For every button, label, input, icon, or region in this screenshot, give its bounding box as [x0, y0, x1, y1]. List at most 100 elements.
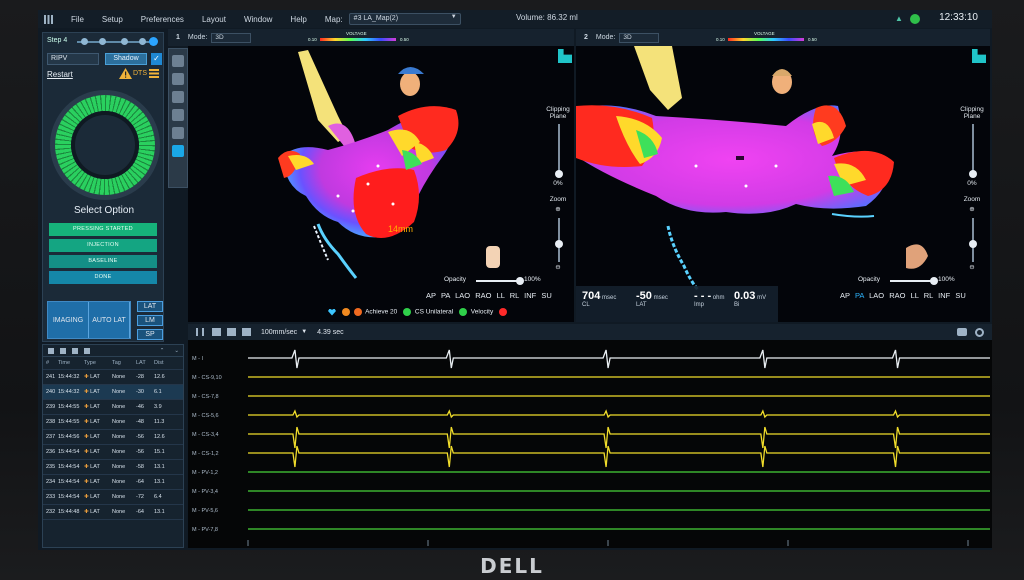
lat-button[interactable]: LAT — [137, 301, 163, 312]
table-row[interactable]: 238 15:44:55 ✚ LAT None -48 11.3 — [43, 415, 183, 430]
col-lat[interactable]: LAT — [136, 360, 154, 366]
view-lao[interactable]: LAO — [455, 291, 470, 300]
zoom-in-icon[interactable]: ⊕ — [964, 206, 980, 213]
step-dot[interactable] — [121, 38, 128, 45]
option-pressing-started[interactable]: PRESSING STARTED — [49, 223, 157, 236]
map-viewport-2[interactable]: Clipping Plane 0% Zoom ⊕ ⊖ Opacity 100% … — [576, 46, 990, 322]
view-pa[interactable]: PA — [855, 291, 864, 300]
option-injection[interactable]: INJECTION — [49, 239, 157, 252]
view-ll[interactable]: LL — [911, 291, 919, 300]
pause-icon[interactable] — [196, 328, 204, 336]
ecg-traces[interactable]: M - I M - CS-9,10 M - CS-7,8 M - CS-5,6 M - … — [188, 340, 992, 548]
clipping-knob[interactable] — [969, 170, 977, 178]
sweep-speed[interactable]: 100mm/sec — [261, 329, 297, 336]
view-ap[interactable]: AP — [426, 291, 436, 300]
pen-icon[interactable] — [84, 347, 90, 354]
tag-icon[interactable] — [172, 127, 184, 139]
menu-layout[interactable]: Layout — [202, 15, 226, 24]
col-number[interactable]: # — [43, 360, 58, 366]
app-grid-icon[interactable] — [44, 14, 53, 24]
col-time[interactable]: Time — [58, 360, 84, 366]
opacity-knob[interactable] — [516, 277, 524, 285]
clipping-knob[interactable] — [555, 170, 563, 178]
table-row[interactable]: 241 15:44:32 ✚ LAT None -28 12.6 — [43, 370, 183, 385]
gear-icon[interactable] — [975, 327, 984, 337]
list-icon[interactable] — [149, 69, 159, 79]
view-rao[interactable]: RAO — [475, 291, 491, 300]
clipping-slider[interactable] — [969, 124, 977, 178]
opacity-slider[interactable] — [476, 277, 524, 285]
rotate-icon[interactable] — [172, 55, 184, 67]
trash-icon[interactable] — [60, 347, 66, 354]
view-lao[interactable]: LAO — [869, 291, 884, 300]
view-ap[interactable]: AP — [840, 291, 850, 300]
zoom-in-icon[interactable]: ⊕ — [550, 206, 566, 213]
table-row[interactable]: 233 15:44:54 ✚ LAT None -72 6.4 — [43, 490, 183, 505]
menu-setup[interactable]: Setup — [102, 15, 123, 24]
table-row[interactable]: 234 15:44:54 ✚ LAT None -64 13.1 — [43, 475, 183, 490]
camera-icon[interactable] — [957, 328, 967, 336]
shadow-checkbox[interactable]: ✓ — [151, 53, 162, 65]
opacity-knob[interactable] — [930, 277, 938, 285]
col-dist[interactable]: Dist — [154, 360, 172, 366]
sp-button[interactable]: SP — [137, 329, 163, 340]
zoom-knob[interactable] — [969, 240, 977, 248]
view-inf[interactable]: INF — [938, 291, 950, 300]
option-baseline[interactable]: BASELINE — [49, 255, 157, 268]
restart-link[interactable]: Restart — [47, 70, 73, 79]
viewport2-mode-select[interactable]: 3D — [619, 32, 660, 43]
table-row[interactable]: 232 15:44:48 ✚ LAT None -64 13.1 — [43, 505, 183, 520]
layout-icon[interactable] — [212, 328, 221, 336]
step-dot[interactable] — [99, 38, 106, 45]
zoom-slider[interactable] — [969, 218, 977, 262]
map-select[interactable]: #3 LA_Map(2) ▼ — [348, 13, 461, 25]
chevron-up-icon[interactable]: ⌃ — [160, 348, 165, 354]
list-icon[interactable] — [48, 347, 54, 354]
table-row[interactable]: 235 15:44:54 ✚ LAT None -58 13.1 — [43, 460, 183, 475]
auto-lat-button[interactable]: AUTO LAT — [89, 302, 130, 338]
zoom-out-icon[interactable]: ⊖ — [550, 264, 566, 271]
view-su[interactable]: SU — [541, 291, 551, 300]
view-pa[interactable]: PA — [441, 291, 450, 300]
chamber-select[interactable]: RIPV — [47, 53, 99, 65]
table-row[interactable]: 239 15:44:55 ✚ LAT None -46 3.9 — [43, 400, 183, 415]
map-viewport-1[interactable]: 14mm Clipping Plane 0% Zoom ⊕ ⊖ Opacity … — [188, 46, 574, 322]
view-rl[interactable]: RL — [510, 291, 519, 300]
option-done[interactable]: DONE — [49, 271, 157, 284]
view-inf[interactable]: INF — [524, 291, 536, 300]
view-rl[interactable]: RL — [924, 291, 933, 300]
menu-window[interactable]: Window — [244, 15, 272, 24]
zoom-slider[interactable] — [555, 218, 563, 262]
menu-help[interactable]: Help — [290, 15, 306, 24]
catheter-icon[interactable] — [172, 145, 184, 157]
col-type[interactable]: Type — [84, 360, 112, 366]
grid-icon[interactable] — [227, 328, 236, 336]
viewport1-mode-select[interactable]: 3D — [211, 32, 252, 43]
step-dot[interactable] — [81, 38, 88, 45]
lm-button[interactable]: LM — [137, 315, 163, 326]
step-knob[interactable] — [149, 37, 158, 46]
table-row[interactable]: 237 15:44:56 ✚ LAT None -56 12.6 — [43, 430, 183, 445]
col-tag[interactable]: Tag — [112, 360, 136, 366]
progress-ring[interactable] — [55, 95, 155, 195]
measure-icon[interactable] — [172, 91, 184, 103]
step-dot[interactable] — [139, 38, 146, 45]
view-rao[interactable]: RAO — [889, 291, 905, 300]
pen-icon[interactable] — [172, 109, 184, 121]
chevron-down-icon[interactable]: ⌄ — [174, 348, 179, 354]
camera-icon[interactable] — [172, 73, 184, 85]
clipping-slider[interactable] — [555, 124, 563, 178]
view-ll[interactable]: LL — [497, 291, 505, 300]
shadow-button[interactable]: Shadow — [105, 53, 147, 65]
step-slider[interactable] — [77, 37, 158, 46]
opacity-slider[interactable] — [890, 277, 938, 285]
menu-file[interactable]: File — [71, 15, 84, 24]
zoom-out-icon[interactable]: ⊖ — [964, 264, 980, 271]
list-icon[interactable] — [242, 328, 251, 336]
zoom-knob[interactable] — [555, 240, 563, 248]
table-row[interactable]: 240 15:44:32 ✚ LAT None -30 6.1 — [43, 385, 183, 400]
pin-icon[interactable] — [72, 347, 78, 354]
view-su[interactable]: SU — [955, 291, 965, 300]
imaging-button[interactable]: IMAGING — [48, 302, 89, 338]
menu-preferences[interactable]: Preferences — [141, 15, 184, 24]
